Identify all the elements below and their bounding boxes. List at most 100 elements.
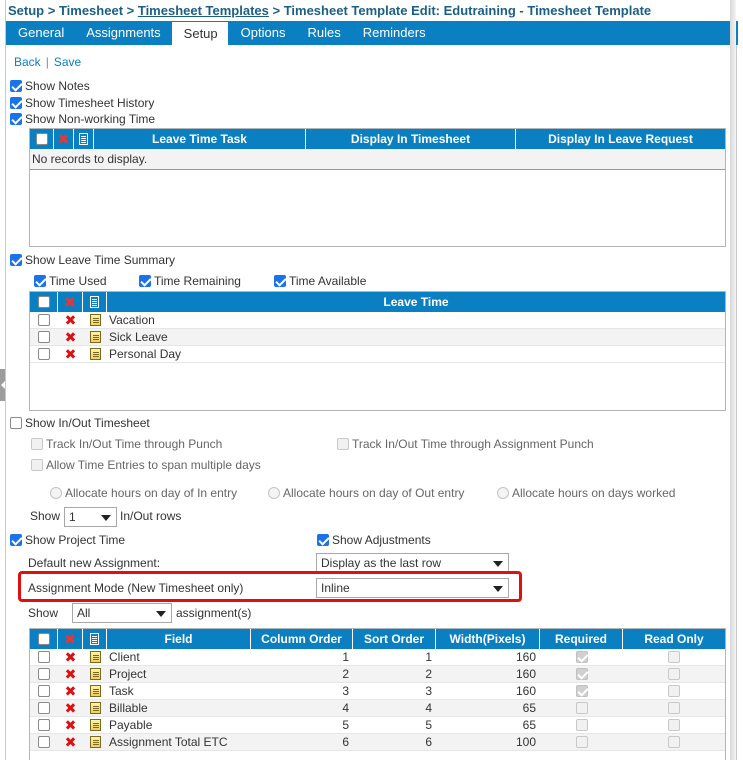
edit-icon[interactable] xyxy=(89,702,101,714)
edit-icon[interactable] xyxy=(89,719,101,731)
edit-icon[interactable] xyxy=(89,685,101,697)
edit-icon[interactable] xyxy=(89,651,101,663)
delete-icon[interactable]: ✖ xyxy=(65,347,77,361)
row-checkbox[interactable] xyxy=(38,668,50,680)
row-checkbox[interactable] xyxy=(38,719,50,731)
delete-icon[interactable]: ✖ xyxy=(65,718,77,732)
alloc-in-radio[interactable] xyxy=(50,487,62,499)
row-checkbox[interactable] xyxy=(38,651,50,663)
col-field[interactable]: Field xyxy=(107,629,251,649)
save-link[interactable]: Save xyxy=(54,55,81,69)
required-checkbox[interactable] xyxy=(575,668,588,680)
show-assignments-select[interactable]: All xyxy=(72,603,172,623)
delete-cell: ✖ xyxy=(58,717,83,734)
tab-setup[interactable]: Setup xyxy=(170,21,229,45)
required-checkbox[interactable] xyxy=(575,719,588,731)
breadcrumb-timesheet[interactable]: Timesheet xyxy=(59,3,123,18)
read-only-checkbox[interactable] xyxy=(668,668,680,680)
table-row: ✖ Project 2 2 160 xyxy=(30,666,725,683)
show-history-checkbox[interactable] xyxy=(10,97,22,109)
show-notes-row: Show Notes xyxy=(10,79,90,93)
edit-cell xyxy=(83,700,107,717)
default-new-assignment-select[interactable]: Display as the last row xyxy=(316,553,509,573)
time-available-row: Time Available xyxy=(274,274,366,288)
alloc-days-label: Allocate hours on days worked xyxy=(512,486,676,500)
table-row: ✖ Personal Day xyxy=(30,346,725,363)
breadcrumb-setup[interactable]: Setup xyxy=(8,3,44,18)
edit-cell xyxy=(83,717,107,734)
select-all-checkbox[interactable] xyxy=(37,296,50,308)
show-nonworking-checkbox[interactable] xyxy=(10,113,22,125)
col-display-in-timesheet[interactable]: Display In Timesheet xyxy=(306,129,516,149)
col-display-in-leave-request[interactable]: Display In Leave Request xyxy=(516,129,725,149)
required-checkbox[interactable] xyxy=(575,736,588,748)
show-assignments-label: Show xyxy=(28,606,59,620)
required-checkbox[interactable] xyxy=(575,651,588,663)
delete-icon[interactable]: ✖ xyxy=(65,313,77,327)
leave-time-name: Vacation xyxy=(109,313,155,327)
allow-span-checkbox[interactable] xyxy=(31,459,43,471)
show-project-time-checkbox[interactable] xyxy=(10,534,22,546)
select-all-checkbox[interactable] xyxy=(37,633,50,645)
back-link[interactable]: Back xyxy=(14,55,41,69)
read-only-checkbox[interactable] xyxy=(668,685,680,697)
row-checkbox[interactable] xyxy=(38,702,50,714)
read-only-checkbox[interactable] xyxy=(668,651,680,663)
edit-icon[interactable] xyxy=(89,314,101,326)
select-all-checkbox[interactable] xyxy=(35,133,48,145)
show-inout-checkbox[interactable] xyxy=(10,417,22,429)
col-read-only[interactable]: Read Only xyxy=(623,629,725,649)
col-width[interactable]: Width(Pixels) xyxy=(436,629,540,649)
col-leave-time[interactable]: Leave Time xyxy=(107,292,725,312)
tab-options[interactable]: Options xyxy=(229,21,296,45)
read-only-checkbox[interactable] xyxy=(668,719,680,731)
col-column-order[interactable]: Column Order xyxy=(251,629,353,649)
tab-assignments[interactable]: Assignments xyxy=(74,21,170,45)
edit-icon[interactable] xyxy=(89,668,101,680)
edit-icon[interactable] xyxy=(89,331,101,343)
read-only-checkbox[interactable] xyxy=(668,736,680,748)
row-checkbox[interactable] xyxy=(38,736,50,748)
row-checkbox[interactable] xyxy=(38,685,50,697)
col-required[interactable]: Required xyxy=(540,629,623,649)
show-notes-checkbox[interactable] xyxy=(10,80,22,92)
tab-reminders[interactable]: Reminders xyxy=(351,21,436,45)
track-punch-checkbox[interactable] xyxy=(31,438,43,450)
inout-rows-suffix: In/Out rows xyxy=(120,509,182,523)
delete-icon[interactable]: ✖ xyxy=(65,667,77,681)
tab-rules[interactable]: Rules xyxy=(295,21,350,45)
show-adjustments-checkbox[interactable] xyxy=(317,534,329,546)
inout-rows-select[interactable]: 1 xyxy=(64,507,117,527)
time-available-checkbox[interactable] xyxy=(274,275,286,287)
assignment-mode-select[interactable]: Inline xyxy=(316,578,509,598)
delete-icon[interactable]: ✖ xyxy=(65,650,77,664)
col-leave-time-task[interactable]: Leave Time Task xyxy=(94,129,306,149)
row-checkbox[interactable] xyxy=(38,348,50,360)
alloc-out-radio[interactable] xyxy=(268,487,280,499)
inout-rows-suffix-wrap: In/Out rows xyxy=(120,509,181,523)
required-checkbox[interactable] xyxy=(575,685,588,697)
breadcrumb-sep: > xyxy=(44,3,59,18)
row-checkbox[interactable] xyxy=(38,331,50,343)
show-leave-summary-checkbox[interactable] xyxy=(10,254,22,266)
alloc-days-radio[interactable] xyxy=(497,487,509,499)
required-checkbox[interactable] xyxy=(575,702,588,714)
breadcrumb-templates-link[interactable]: Timesheet Templates xyxy=(138,3,269,18)
header-notes xyxy=(83,292,107,312)
edit-icon[interactable] xyxy=(89,348,101,360)
row-checkbox[interactable] xyxy=(38,314,50,326)
delete-cell: ✖ xyxy=(58,700,83,717)
field-grid: ✖ Field Column Order Sort Order Width(Pi… xyxy=(29,628,726,760)
delete-cell: ✖ xyxy=(58,312,83,329)
delete-icon[interactable]: ✖ xyxy=(65,684,77,698)
tab-general[interactable]: General xyxy=(6,21,74,45)
delete-icon[interactable]: ✖ xyxy=(65,330,77,344)
delete-icon[interactable]: ✖ xyxy=(65,701,77,715)
read-only-checkbox[interactable] xyxy=(668,702,680,714)
col-sort-order[interactable]: Sort Order xyxy=(353,629,436,649)
edit-icon[interactable] xyxy=(89,736,101,748)
track-assignment-punch-checkbox[interactable] xyxy=(337,438,349,450)
time-remaining-checkbox[interactable] xyxy=(139,275,151,287)
delete-icon[interactable]: ✖ xyxy=(65,735,77,749)
time-used-checkbox[interactable] xyxy=(34,275,46,287)
